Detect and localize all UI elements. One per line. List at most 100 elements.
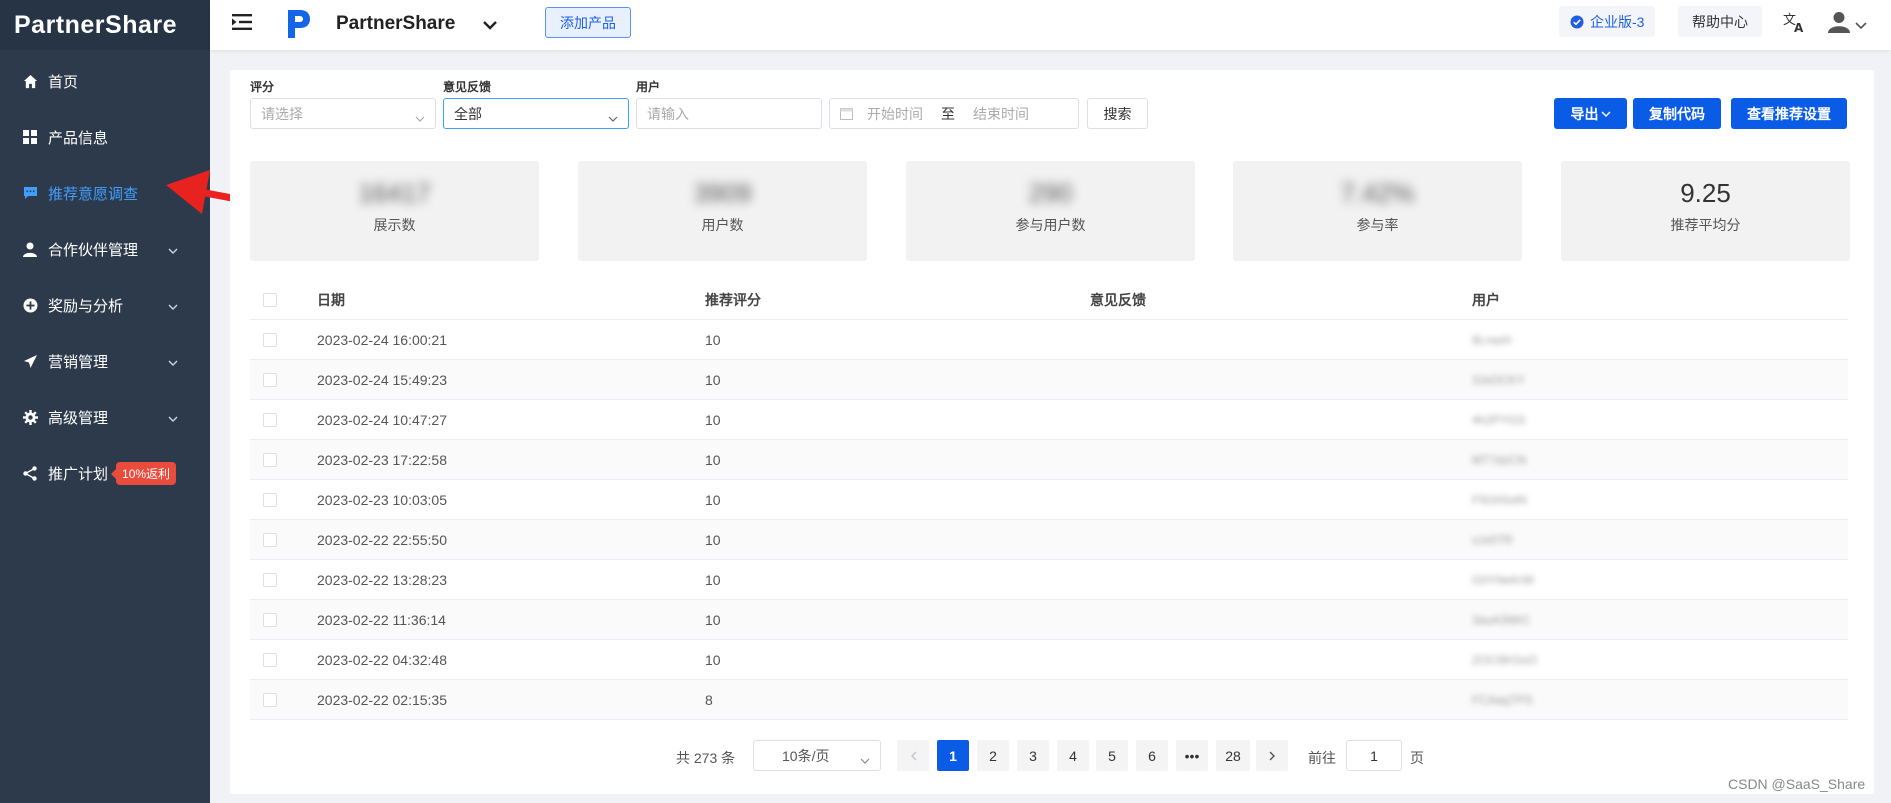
view-recommend-settings-button[interactable]: 查看推荐设置 xyxy=(1731,98,1847,129)
row-checkbox[interactable] xyxy=(263,412,277,427)
row-checkbox[interactable] xyxy=(263,452,277,467)
page-button[interactable]: 1 xyxy=(937,740,969,771)
page-button[interactable]: 2 xyxy=(977,740,1009,771)
stat-label: 用户数 xyxy=(701,217,744,233)
cell-user: sJx5TR xyxy=(1472,532,1513,547)
sidebar-item-advanced[interactable]: 高级管理 xyxy=(0,389,210,445)
page-button[interactable]: 28 xyxy=(1216,740,1250,771)
table-row[interactable]: 2023-02-23 10:03:05 10 F5Gh5stN xyxy=(250,480,1848,520)
survey-table: 日期 推荐评分 意见反馈 用户 2023-02-24 16:00:21 10 8Ln… xyxy=(250,280,1848,720)
table-row[interactable]: 2023-02-22 04:32:48 10 ZOC6KGeO xyxy=(250,640,1848,680)
stat-card-average-score: 9.25 推荐平均分 xyxy=(1561,161,1850,261)
hamburger-menu-icon[interactable] xyxy=(232,13,252,34)
row-checkbox[interactable] xyxy=(263,572,277,587)
add-product-button[interactable]: 添加产品 xyxy=(545,7,631,38)
feedback-select[interactable]: 全部 xyxy=(443,98,629,129)
chevron-down-icon xyxy=(860,751,870,767)
date-range-picker[interactable]: 开始时间 至 结束时间 xyxy=(829,98,1079,129)
cell-user: F5Gh5stN xyxy=(1472,492,1527,507)
translate-icon[interactable]: 文A xyxy=(1783,11,1807,36)
table-row[interactable]: 2023-02-22 13:28:23 10 G0YNeKrM xyxy=(250,560,1848,600)
column-header-date[interactable]: 日期 xyxy=(317,290,345,310)
sidebar-logo[interactable]: PartnerShare xyxy=(0,0,210,50)
copy-code-button[interactable]: 复制代码 xyxy=(1633,98,1721,129)
table-row[interactable]: 2023-02-22 02:15:35 8 FCAaqTPS xyxy=(250,680,1848,720)
sidebar-item-rewards-analysis[interactable]: 奖励与分析 xyxy=(0,277,210,333)
chevron-down-icon xyxy=(168,241,178,258)
user-input-placeholder: 请输入 xyxy=(647,105,689,122)
row-checkbox[interactable] xyxy=(263,492,277,507)
page-button[interactable]: 3 xyxy=(1017,740,1049,771)
goto-page-input[interactable]: 1 xyxy=(1346,740,1402,771)
sidebar-item-marketing[interactable]: 营销管理 xyxy=(0,333,210,389)
sidebar-item-partner-management[interactable]: 合作伙伴管理 xyxy=(0,221,210,277)
select-all-checkbox[interactable] xyxy=(263,292,277,307)
page-ellipsis-button[interactable]: ••• xyxy=(1176,740,1208,771)
cell-user: ZOC6KGeO xyxy=(1472,652,1538,667)
send-icon xyxy=(22,353,38,369)
check-circle-icon xyxy=(1570,15,1584,28)
edition-badge[interactable]: 企业版-3 xyxy=(1559,6,1656,37)
cell-user: MT7dzCN xyxy=(1472,452,1527,467)
row-checkbox[interactable] xyxy=(263,692,277,707)
plus-circle-icon xyxy=(22,297,38,313)
page-button[interactable]: 5 xyxy=(1096,740,1128,771)
table-row[interactable]: 2023-02-23 17:22:58 10 MT7dzCN xyxy=(250,440,1848,480)
chevron-down-icon[interactable] xyxy=(1855,17,1867,33)
home-icon xyxy=(22,73,38,89)
score-select[interactable]: 请选择 xyxy=(250,98,436,129)
table-row[interactable]: 2023-02-22 22:55:50 10 sJx5TR xyxy=(250,520,1848,560)
logo-text: PartnerShare xyxy=(14,10,178,39)
table-row[interactable]: 2023-02-24 10:47:27 10 4h2PYGS xyxy=(250,400,1848,440)
stat-card-users: 3909 用户数 xyxy=(578,161,867,261)
column-header-user[interactable]: 用户 xyxy=(1472,290,1500,310)
row-checkbox[interactable] xyxy=(263,612,277,627)
goto-label: 前往 xyxy=(1308,750,1336,766)
cell-date: 2023-02-24 16:00:21 xyxy=(317,331,447,348)
edition-label: 企业版-3 xyxy=(1590,13,1645,30)
message-icon xyxy=(22,185,38,201)
sidebar-item-product-info[interactable]: 产品信息 xyxy=(0,109,210,165)
row-checkbox[interactable] xyxy=(263,652,277,667)
help-center-button[interactable]: 帮助中心 xyxy=(1678,6,1762,37)
user-search-input[interactable]: 请输入 xyxy=(636,98,822,129)
prev-page-button[interactable] xyxy=(897,740,929,771)
watermark: CSDN @SaaS_Share xyxy=(1728,776,1866,792)
start-date-placeholder[interactable]: 开始时间 xyxy=(867,104,923,124)
column-header-score[interactable]: 推荐评分 xyxy=(705,290,761,310)
stat-label: 推荐平均分 xyxy=(1670,217,1741,233)
sidebar-item-promotion-plan[interactable]: 推广计划 10%返利 xyxy=(0,445,210,501)
page-size-select[interactable]: 10条/页 xyxy=(753,740,881,771)
cell-score: 10 xyxy=(705,571,721,588)
cell-score: 10 xyxy=(705,411,721,428)
row-checkbox[interactable] xyxy=(263,532,277,547)
table-row[interactable]: 2023-02-24 15:49:23 10 3JeDCKY xyxy=(250,360,1848,400)
table-row[interactable]: 2023-02-24 16:00:21 10 8Lnaxh xyxy=(250,320,1848,360)
row-checkbox[interactable] xyxy=(263,332,277,347)
column-header-feedback[interactable]: 意见反馈 xyxy=(1090,290,1146,310)
sidebar-item-label: 营销管理 xyxy=(48,353,109,371)
cell-score: 8 xyxy=(705,691,713,708)
product-logo-icon xyxy=(286,8,312,43)
search-button[interactable]: 搜索 xyxy=(1087,98,1148,129)
table-row[interactable]: 2023-02-22 11:36:14 10 3auA3WrC xyxy=(250,600,1848,640)
brand-name[interactable]: PartnerShare xyxy=(336,13,455,35)
stat-value: 290 xyxy=(1028,178,1073,208)
share-icon xyxy=(22,465,38,481)
sidebar-menu: 首页 产品信息 推荐意愿调查 合作伙伴管理 奖励与分析 营销管理 高级管理 推广… xyxy=(0,50,210,501)
page-button[interactable]: 6 xyxy=(1136,740,1168,771)
row-checkbox[interactable] xyxy=(263,372,277,387)
stat-card-participation-rate: 7.42% 参与率 xyxy=(1233,161,1522,261)
end-date-placeholder[interactable]: 结束时间 xyxy=(973,104,1029,124)
pagination-total: 共 273 条 xyxy=(676,750,736,766)
cell-score: 10 xyxy=(705,651,721,668)
cell-date: 2023-02-22 04:32:48 xyxy=(317,651,447,668)
next-page-button[interactable] xyxy=(1256,740,1288,771)
user-avatar-icon[interactable] xyxy=(1828,11,1850,36)
cell-score: 10 xyxy=(705,451,721,468)
export-button[interactable]: 导出 xyxy=(1554,98,1627,129)
sidebar-item-home[interactable]: 首页 xyxy=(0,53,210,109)
chevron-down-icon[interactable] xyxy=(482,17,498,33)
cell-user: FCAaqTPS xyxy=(1472,692,1533,707)
page-button[interactable]: 4 xyxy=(1057,740,1089,771)
